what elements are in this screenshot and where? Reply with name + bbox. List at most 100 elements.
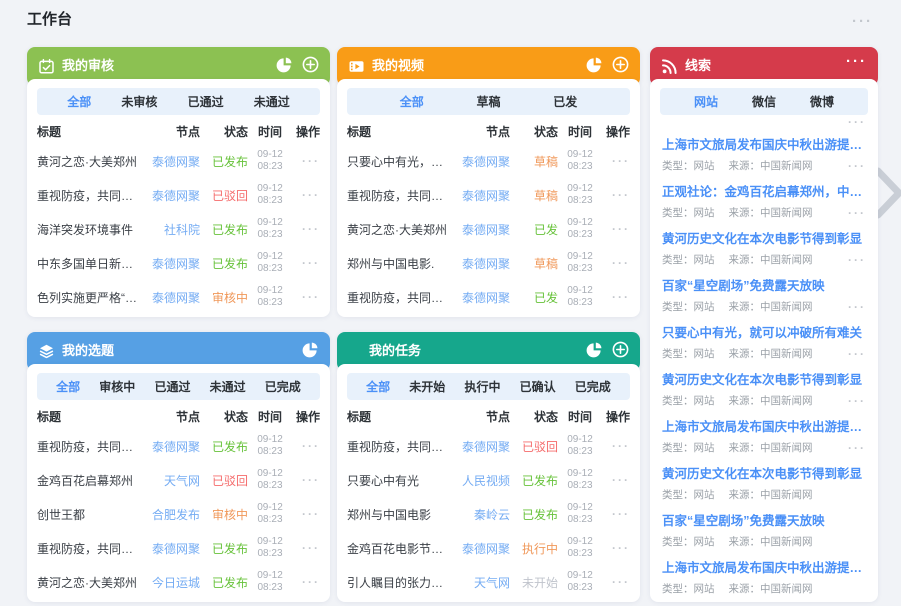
lead-source-value: 中国新闻网 [760, 393, 813, 408]
row-more-button[interactable]: ··· [602, 508, 630, 520]
row-node-link[interactable]: 泰德网聚 [138, 540, 200, 557]
row-more-button[interactable]: ··· [602, 440, 630, 452]
tab-my-topic-3[interactable]: 未通过 [210, 378, 246, 395]
pie-chart-icon[interactable] [586, 56, 603, 73]
tab-my-video-1[interactable]: 草稿 [476, 93, 500, 110]
tab-my-topic-1[interactable]: 审核中 [99, 378, 135, 395]
tab-my-review-2[interactable]: 已通过 [188, 93, 224, 110]
tab-my-task-3[interactable]: 已确认 [520, 378, 556, 395]
row-node-link[interactable]: 泰德网聚 [138, 438, 200, 455]
lead-type-value: 网站 [694, 346, 715, 361]
table-row: 重视防疫，共同抗疫泰德网聚已驳回09-1208:23··· [337, 429, 640, 463]
row-node-link[interactable]: 泰德网聚 [138, 255, 200, 272]
column-header: 状态 [510, 408, 558, 425]
row-node-link[interactable]: 泰德网聚 [138, 187, 200, 204]
row-more-button[interactable]: ··· [602, 576, 630, 588]
tab-leads-1[interactable]: 微信 [752, 93, 776, 110]
row-node-link[interactable]: 天气网 [448, 574, 510, 591]
carousel-next-icon[interactable] [874, 166, 901, 225]
lead-title-link[interactable]: 上海市文旅局发布国庆中秋出游提示：重视防... [662, 134, 866, 153]
row-node-link[interactable]: 泰德网聚 [448, 289, 510, 306]
tab-my-topic-4[interactable]: 已完成 [265, 378, 301, 395]
page-more-button[interactable]: ··· [852, 14, 873, 29]
row-node-link[interactable]: 泰德网聚 [448, 153, 510, 170]
lead-title-link[interactable]: 黄河历史文化在本次电影节得到彰显 [662, 463, 866, 482]
lead-more-button[interactable]: ··· [848, 160, 866, 172]
row-more-button[interactable]: ··· [602, 257, 630, 269]
row-node-link[interactable]: 合肥发布 [138, 506, 200, 523]
lead-title-link[interactable]: 上海市文旅局发布国庆中秋出游提示：重视防... [662, 557, 866, 576]
row-node-link[interactable]: 泰德网聚 [448, 221, 510, 238]
row-more-button[interactable]: ··· [292, 223, 320, 235]
more-icon[interactable]: ··· [846, 53, 867, 76]
tab-my-topic-2[interactable]: 已通过 [154, 378, 190, 395]
row-node-link[interactable]: 泰德网聚 [448, 438, 510, 455]
status-badge: 已发布 [200, 540, 248, 557]
lead-title-link[interactable]: 黄河历史文化在本次电影节得到彰显 [662, 369, 866, 388]
pie-chart-icon[interactable] [302, 341, 319, 358]
tab-my-task-2[interactable]: 执行中 [464, 378, 500, 395]
row-more-button[interactable]: ··· [292, 291, 320, 303]
panel-my-video: 我的视频 全部草稿已发 标题节点状态时间操作 只要心中有光，就可...泰德网聚草… [337, 47, 640, 317]
lead-more-button[interactable]: ··· [848, 442, 866, 454]
row-node-link[interactable]: 泰德网聚 [138, 153, 200, 170]
panel-my-review: 我的审核 全部未审核已通过未通过 标题节点状态时间操作 黄河之恋·大美郑州泰德网… [27, 47, 330, 317]
row-node-link[interactable]: 泰德网聚 [448, 255, 510, 272]
lead-more-button[interactable]: ··· [848, 348, 866, 360]
row-node-link[interactable]: 天气网 [138, 472, 200, 489]
tab-my-task-0[interactable]: 全部 [366, 378, 390, 395]
row-more-button[interactable]: ··· [602, 223, 630, 235]
lead-more-button[interactable]: ··· [848, 207, 866, 219]
row-more-button[interactable]: ··· [292, 542, 320, 554]
row-date: 09-12 [248, 217, 292, 229]
tab-my-video-0[interactable]: 全部 [400, 93, 424, 110]
tab-leads-2[interactable]: 微博 [810, 93, 834, 110]
row-more-button[interactable]: ··· [292, 257, 320, 269]
pie-chart-icon[interactable] [276, 56, 293, 73]
tab-leads-0[interactable]: 网站 [694, 93, 718, 110]
tab-my-review-1[interactable]: 未审核 [121, 93, 157, 110]
lead-title-link[interactable]: 黄河历史文化在本次电影节得到彰显 [662, 228, 866, 247]
page-title: 工作台 [27, 8, 72, 29]
lead-type-value: 网站 [694, 534, 715, 549]
row-more-button[interactable]: ··· [602, 474, 630, 486]
lead-more-button[interactable]: ··· [848, 395, 866, 407]
lead-title-link[interactable]: 只要心中有光，就可以冲破所有难关 [662, 322, 866, 341]
row-node-link[interactable]: 泰德网聚 [448, 187, 510, 204]
lead-title-link[interactable]: 正观社论：金鸡百花启幕郑州，中国电影回到... [662, 181, 866, 200]
add-icon[interactable] [612, 341, 629, 358]
lead-title-link[interactable]: 百家“星空剧场”免费露天放映 [662, 275, 866, 294]
add-icon[interactable] [302, 56, 319, 73]
row-more-button[interactable]: ··· [292, 189, 320, 201]
row-node-link[interactable]: 泰德网聚 [448, 540, 510, 557]
row-more-button[interactable]: ··· [292, 155, 320, 167]
lead-title-link[interactable]: 上海市文旅局发布国庆中秋出游提示：重视防... [662, 416, 866, 435]
row-node-link[interactable]: 社科院 [138, 221, 200, 238]
list-item: 上海市文旅局发布国庆中秋出游提示：重视防...类型：网站来源：中国新闻网 [662, 551, 866, 598]
lead-title-link[interactable]: 百家“星空剧场”免费露天放映 [662, 510, 866, 529]
pie-chart-icon[interactable] [586, 341, 603, 358]
add-icon[interactable] [612, 56, 629, 73]
leads-tabs-more-button[interactable]: ··· [650, 116, 866, 128]
tab-my-task-1[interactable]: 未开始 [409, 378, 445, 395]
tab-my-video-2[interactable]: 已发 [553, 93, 577, 110]
row-more-button[interactable]: ··· [292, 508, 320, 520]
lead-more-button[interactable]: ··· [848, 301, 866, 313]
panel-my-task: 我的任务 全部未开始执行中已确认已完成 标题节点状态时间操作 重视防疫，共同抗疫… [337, 332, 640, 602]
row-node-link[interactable]: 人民视频 [448, 472, 510, 489]
tab-my-review-0[interactable]: 全部 [67, 93, 91, 110]
row-node-link[interactable]: 泰德网聚 [138, 289, 200, 306]
row-node-link[interactable]: 今日运城 [138, 574, 200, 591]
row-more-button[interactable]: ··· [292, 576, 320, 588]
tab-my-topic-0[interactable]: 全部 [56, 378, 80, 395]
tab-my-task-4[interactable]: 已完成 [575, 378, 611, 395]
row-more-button[interactable]: ··· [602, 189, 630, 201]
row-more-button[interactable]: ··· [602, 155, 630, 167]
row-more-button[interactable]: ··· [602, 291, 630, 303]
tab-my-review-3[interactable]: 未通过 [254, 93, 290, 110]
row-more-button[interactable]: ··· [602, 542, 630, 554]
row-more-button[interactable]: ··· [292, 474, 320, 486]
row-node-link[interactable]: 秦岭云 [448, 506, 510, 523]
lead-more-button[interactable]: ··· [848, 254, 866, 266]
row-more-button[interactable]: ··· [292, 440, 320, 452]
